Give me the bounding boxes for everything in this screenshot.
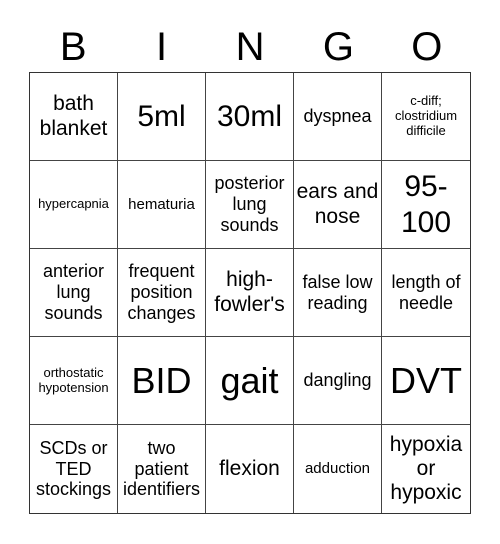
bingo-cell[interactable]: hypercapnia bbox=[30, 161, 118, 249]
bingo-cell[interactable]: dangling bbox=[294, 337, 382, 425]
bingo-cell[interactable]: hematuria bbox=[118, 161, 206, 249]
bingo-cell[interactable]: length of needle bbox=[382, 249, 470, 337]
bingo-cell[interactable]: ears and nose bbox=[294, 161, 382, 249]
bingo-cell[interactable]: false low reading bbox=[294, 249, 382, 337]
bingo-cell[interactable]: frequent position changes bbox=[118, 249, 206, 337]
bingo-cell[interactable]: adduction bbox=[294, 425, 382, 513]
bingo-cell[interactable]: flexion bbox=[206, 425, 294, 513]
bingo-card: bath blanket 5ml 30ml dyspnea c-diff; cl… bbox=[29, 72, 471, 514]
bingo-cell[interactable]: SCDs or TED stockings bbox=[30, 425, 118, 513]
header-letter-g: G bbox=[322, 25, 354, 69]
bingo-cell[interactable]: bath blanket bbox=[30, 73, 118, 161]
bingo-cell[interactable]: high-fowler's bbox=[206, 249, 294, 337]
bingo-cell[interactable]: two patient identifiers bbox=[118, 425, 206, 513]
bingo-cell[interactable]: hypoxia or hypoxic bbox=[382, 425, 470, 513]
bingo-cell[interactable]: anterior lung sounds bbox=[30, 249, 118, 337]
bingo-cell[interactable]: 30ml bbox=[206, 73, 294, 161]
header-letter-n: N bbox=[235, 25, 265, 69]
header-letter-o: O bbox=[411, 25, 443, 69]
bingo-cell[interactable]: posterior lung sounds bbox=[206, 161, 294, 249]
bingo-cell[interactable]: BID bbox=[118, 337, 206, 425]
bingo-cell[interactable]: dyspnea bbox=[294, 73, 382, 161]
bingo-cell[interactable]: DVT bbox=[382, 337, 470, 425]
header-letter-b: B bbox=[59, 25, 87, 69]
bingo-cell[interactable]: 95-100 bbox=[382, 161, 470, 249]
header-letter-i: I bbox=[156, 25, 168, 69]
bingo-header: B I N G O bbox=[29, 22, 471, 72]
bingo-cell[interactable]: orthostatic hypotension bbox=[30, 337, 118, 425]
bingo-cell[interactable]: 5ml bbox=[118, 73, 206, 161]
bingo-cell[interactable]: c-diff; clostridium difficile bbox=[382, 73, 470, 161]
bingo-cell[interactable]: gait bbox=[206, 337, 294, 425]
